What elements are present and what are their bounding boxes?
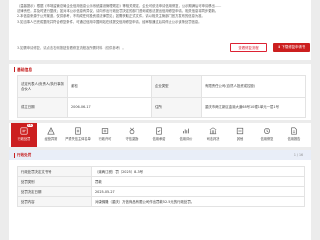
penalty-count-badge: 16 xyxy=(27,123,33,128)
tab-credit-report[interactable]: 信用报告 xyxy=(281,123,307,147)
tab-credit-repair[interactable]: 信用修复 xyxy=(254,123,280,147)
tab-judicial-judgment[interactable]: 司法判决 xyxy=(200,123,226,147)
report-icon xyxy=(291,127,297,135)
section-accent-bar xyxy=(14,67,16,72)
tab-label: 行政处罚 xyxy=(17,137,31,141)
table-row: 处罚决定日期 2025-05-27 xyxy=(17,186,305,197)
repair-icon xyxy=(264,128,270,134)
address-key: 住所 xyxy=(151,97,202,118)
decision-number-value: （渝两江税）罚〔2025〕8-3号 xyxy=(91,166,305,177)
download-icon: ⬇ xyxy=(277,45,281,49)
penalty-header: 行政处罚 1 / 16 xyxy=(9,150,311,160)
tab-administrative-license[interactable]: 行政许可 xyxy=(92,123,118,147)
credit-page: （温馨提示）根据《市场监管总局企业信用信息公示系统建设管理规定》等相关规定，企业… xyxy=(9,0,311,240)
address-value: 重庆市两江新区金渝大道68号10幢1单元一层1号 xyxy=(201,97,306,118)
tab-label: 信用修复 xyxy=(260,137,274,141)
tab-credit-incentive[interactable]: 守信激励 xyxy=(119,123,145,147)
gavel-icon xyxy=(20,127,28,135)
penalty-title: 行政处罚 xyxy=(17,152,32,157)
table-row: 行政处罚决定文书号 （渝两江税）罚〔2025〕8-3号 xyxy=(17,166,305,177)
tab-label: 信用评价 xyxy=(179,137,193,141)
medal-icon xyxy=(129,127,135,135)
blacklist-icon xyxy=(75,127,81,135)
notice-footer-text: 3.如需申请修复，请点击右侧按钮查看修复流程及所需材料（仅供参考）。 xyxy=(17,46,126,50)
notice-card: （温馨提示）根据《市场监管总局企业信用信息公示系统建设管理规定》等相关规定，企业… xyxy=(9,0,311,60)
more-icon xyxy=(236,127,244,135)
download-repair-application-label: 下载修复申请书 xyxy=(281,45,306,49)
penalty-table: 行政处罚决定文书号 （渝两江税）罚〔2025〕8-3号 处罚类别 罚款 处罚决定… xyxy=(17,166,305,207)
penalty-detail-card: 行政处罚 1 / 16 行政处罚决定文书号 （渝两江税）罚〔2025〕8-3号 … xyxy=(9,150,311,240)
company-type-key: 企业类型 xyxy=(151,75,202,98)
view-repair-process-label: 查看修复流程 xyxy=(238,46,259,50)
view-repair-process-button[interactable]: 查看修复流程 xyxy=(230,43,267,52)
basic-info-title: 基础信息 xyxy=(17,67,33,72)
table-row: 法定代表人/负责人/执行事务合伙人 谢松 企业类型 有限责任公司(自然人投资或控… xyxy=(17,75,306,98)
tab-label: 信用承诺 xyxy=(152,137,166,141)
tab-label: 守信激励 xyxy=(125,137,139,141)
penalty-type-value: 罚款 xyxy=(91,176,305,187)
basic-info-table: 法定代表人/负责人/执行事务合伙人 谢松 企业类型 有限责任公司(自然人投资或控… xyxy=(17,75,306,118)
table-row: 处罚类别 罚款 xyxy=(17,176,305,187)
tab-label: 信用报告 xyxy=(287,137,301,141)
decision-number-key: 行政处罚决定文书号 xyxy=(17,166,92,177)
penalty-type-key: 处罚类别 xyxy=(17,176,92,187)
penalty-content-key: 处罚内容 xyxy=(17,196,92,207)
notice-footer: 3.如需申请修复，请点击右侧按钮查看修复流程及所需材料（仅供参考）。 查看修复流… xyxy=(17,43,310,53)
basic-info-card: 基础信息 法定代表人/负责人/执行事务合伙人 谢松 企业类型 有限责任公司(自然… xyxy=(9,64,311,120)
tab-label: 行政许可 xyxy=(98,137,112,141)
penalty-pager[interactable]: 1 / 16 xyxy=(294,153,303,157)
rating-icon xyxy=(183,128,189,134)
notice-lines: （温馨提示）根据《市场监管总局企业信用信息公示系统建设管理规定》等相关规定，企业… xyxy=(17,4,307,25)
tab-blacklist[interactable]: 严重失信主体名单 xyxy=(65,123,91,147)
founded-date-key: 成立日期 xyxy=(17,97,68,118)
tab-label: 司法判决 xyxy=(206,137,220,141)
tab-credit-rating[interactable]: 信用评价 xyxy=(173,123,199,147)
tab-administrative-penalty[interactable]: 16 行政处罚 xyxy=(11,123,37,147)
credit-category-tabs: 16 行政处罚 经营异常 严重失信主体名单 行政许可 守信激励 信用承诺 信用评… xyxy=(9,123,311,147)
legal-rep-key: 法定代表人/负责人/执行事务合伙人 xyxy=(17,75,68,98)
table-row: 处罚内容 对康佛隆（重庆）万信商品有限公司作出罚款52.5元的行政处罚。 xyxy=(17,196,305,207)
table-row: 成立日期 2006-06-17 住所 重庆市两江新区金渝大道68号10幢1单元一… xyxy=(17,97,306,118)
founded-date-value: 2006-06-17 xyxy=(67,97,152,118)
court-icon xyxy=(209,127,217,135)
tab-label: 严重失信主体名单 xyxy=(65,137,91,141)
license-icon xyxy=(101,128,109,134)
tab-label: 经营异常 xyxy=(44,137,58,141)
tab-credit-promise[interactable]: 信用承诺 xyxy=(146,123,172,147)
notice-line: 3.如当事人已完成整改并符合修复条件，可通过信用中国网站在线提交信用修复申请，经… xyxy=(17,19,202,24)
tab-label: 其他 xyxy=(236,137,244,141)
penalty-content-value: 对康佛隆（重庆）万信商品有限公司作出罚款52.5元的行政处罚。 xyxy=(91,196,305,207)
decision-date-value: 2025-05-27 xyxy=(91,186,305,197)
legal-rep-value: 谢松 xyxy=(67,75,152,98)
company-type-value: 有限责任公司(自然人投资或控股) xyxy=(201,75,306,98)
tab-abnormal-operation[interactable]: 经营异常 xyxy=(38,123,64,147)
decision-date-key: 处罚决定日期 xyxy=(17,186,92,197)
section-accent-bar xyxy=(14,152,16,158)
download-repair-application-button[interactable]: ⬇下载修复申请书 xyxy=(273,43,310,52)
promise-icon xyxy=(156,127,162,135)
warning-icon xyxy=(47,127,55,135)
tab-other[interactable]: 其他 xyxy=(227,123,253,147)
